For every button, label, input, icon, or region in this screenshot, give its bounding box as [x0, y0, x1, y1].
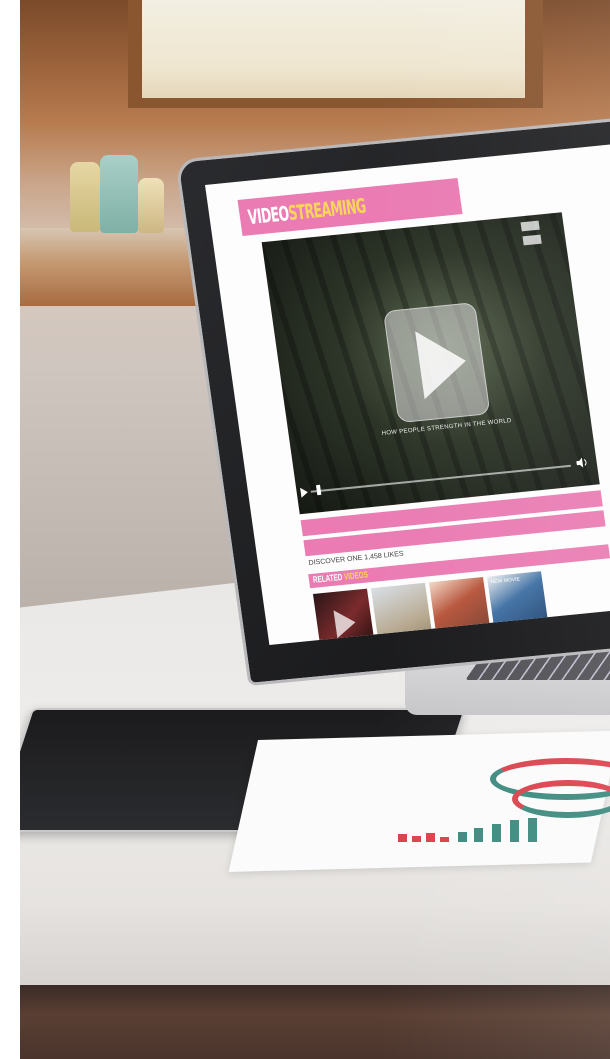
jar — [100, 155, 138, 233]
printed-bar — [412, 836, 421, 842]
shelf-jars — [60, 150, 170, 235]
printed-bar — [474, 828, 483, 842]
printed-bar — [426, 833, 435, 842]
printed-bar — [458, 832, 467, 842]
jar — [138, 178, 164, 233]
volume-icon[interactable] — [576, 457, 589, 468]
related-videos-label: RELATED VIDEOS — [312, 569, 368, 584]
printed-bar — [528, 818, 537, 842]
background-window — [128, 0, 543, 108]
jar — [70, 162, 100, 232]
desk-shadow — [20, 900, 610, 990]
player-control-button[interactable] — [522, 234, 542, 246]
left-margin — [0, 0, 20, 1059]
logo-word-streaming: STREAMING — [286, 193, 368, 226]
desk-edge — [20, 985, 610, 1059]
logo-word-video: VIDEO — [246, 201, 291, 230]
photo-scene: VIDEOSTREAMING HOW PEOPLE STRENGTH IN TH… — [0, 0, 610, 1059]
site-logo[interactable]: VIDEOSTREAMING — [246, 193, 367, 229]
play-icon — [415, 326, 471, 400]
printed-bar-chart — [398, 812, 610, 842]
thumbnail-caption: NEW MOVIE — [490, 576, 521, 586]
related-word-2: VIDEOS — [343, 569, 369, 582]
play-button[interactable] — [382, 302, 491, 424]
printed-bar — [440, 837, 449, 842]
printed-bar — [492, 824, 501, 842]
player-control-button[interactable] — [520, 220, 540, 232]
printed-bar — [398, 834, 407, 842]
printed-bar — [510, 820, 519, 842]
laptop-screen: VIDEOSTREAMING HOW PEOPLE STRENGTH IN TH… — [205, 143, 610, 645]
play-small-icon[interactable] — [300, 487, 309, 498]
play-icon — [333, 608, 358, 639]
video-player[interactable]: HOW PEOPLE STRENGTH IN THE WORLD — [261, 212, 600, 515]
related-word-1: RELATED — [312, 571, 343, 585]
